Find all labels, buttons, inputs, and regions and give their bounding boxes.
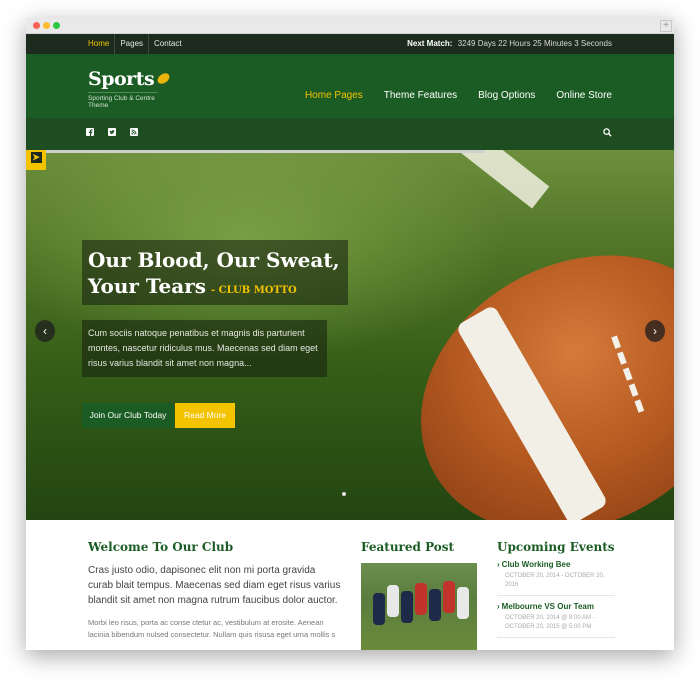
featured-title: Featured Post [361, 540, 455, 554]
new-tab-button[interactable]: + [660, 20, 672, 32]
facebook-icon[interactable] [86, 128, 94, 136]
top-nav-pages[interactable]: Pages [115, 34, 150, 54]
social-bar [26, 118, 674, 150]
close-window-button[interactable] [33, 22, 40, 29]
content-area: Welcome To Our Club Cras justo odio, dap… [26, 520, 674, 650]
slider-prev-button[interactable]: ‹ [35, 320, 55, 342]
browser-chrome: + [26, 18, 674, 34]
twitter-icon[interactable] [108, 128, 116, 136]
chevron-right-icon: › [497, 560, 500, 569]
nav-theme-features[interactable]: Theme Features [384, 54, 457, 118]
nav-online-store[interactable]: Online Store [556, 54, 612, 118]
event-item[interactable]: › Melbourne VS Our Team OCTOBER 20, 2014 … [497, 596, 615, 638]
event-title: Melbourne VS Our Team [501, 602, 594, 611]
logo-title: Sports [88, 68, 155, 90]
welcome-section: Welcome To Our Club Cras justo odio, dap… [88, 540, 343, 641]
next-match-countdown: Next Match: 3249 Days 22 Hours 25 Minute… [407, 34, 612, 54]
top-bar: Home Pages Contact Next Match: 3249 Days… [26, 34, 674, 54]
nav-home-pages[interactable]: Home Pages [305, 54, 363, 118]
site-logo[interactable]: Sports Sporting Club & Centre Theme [88, 68, 172, 109]
event-date: OCTOBER 20, 2014 - OCTOBER 20, 2016 [505, 573, 605, 588]
football-icon [155, 71, 172, 86]
event-item[interactable]: › Club Working Bee OCTOBER 20, 2014 - OCT… [497, 554, 615, 596]
side-panel-toggle[interactable]: ➤ [26, 150, 46, 170]
welcome-lead: Cras justo odio, dapisonec elit non mi p… [88, 565, 341, 606]
nav-blog-options[interactable]: Blog Options [478, 54, 535, 118]
club-motto: - CLUB MOTTO [211, 285, 297, 296]
hero-headline: Our Blood, Our Sweat, Your Tears - CLUB … [82, 240, 348, 305]
search-icon[interactable] [603, 128, 612, 137]
logo-tagline: Sporting Club & Centre Theme [88, 92, 158, 109]
upcoming-events-section: Upcoming Events › Club Working Bee OCTOBE… [497, 540, 615, 638]
player-figure [401, 591, 413, 623]
player-figure [429, 589, 441, 621]
chevron-right-icon: › [497, 602, 500, 611]
hero-intro-text: Cum sociis natoque penatibus et magnis d… [82, 320, 327, 377]
top-nav-contact[interactable]: Contact [149, 34, 187, 54]
welcome-title: Welcome To Our Club [88, 540, 234, 554]
top-nav: Home Pages Contact [83, 34, 187, 54]
browser-window: + Home Pages Contact Next Match: 3249 Da… [26, 18, 674, 650]
next-match-label: Next Match: [407, 39, 453, 48]
featured-post-section: Featured Post [361, 540, 477, 650]
social-links [86, 128, 138, 136]
chevron-left-icon: ‹ [43, 324, 47, 338]
main-nav: Home Pages Theme Features Blog Options O… [284, 54, 612, 118]
welcome-body: Morbi leo risus, porta ac conse ctetur a… [88, 618, 336, 639]
slider-progress-bar [26, 150, 485, 153]
minimize-window-button[interactable] [43, 22, 50, 29]
player-figure [387, 585, 399, 617]
rss-icon[interactable] [130, 128, 138, 136]
top-nav-home[interactable]: Home [83, 34, 116, 54]
headline-line-1: Our Blood, Our Sweat, [88, 248, 340, 272]
slider-next-button[interactable]: › [645, 320, 665, 342]
event-title: Club Working Bee [501, 560, 571, 569]
hero-slider: ➤ Our Blood, Our Sweat, Your Tears - CLU… [26, 150, 674, 520]
player-figure [443, 581, 455, 613]
headline-line-2: Your Tears [88, 274, 206, 298]
event-date: OCTOBER 20, 2014 @ 8:00 AM - OCTOBER 20,… [505, 615, 595, 630]
read-more-button[interactable]: Read More [175, 403, 235, 428]
maximize-window-button[interactable] [53, 22, 60, 29]
upcoming-title: Upcoming Events [497, 540, 615, 554]
chevron-right-icon: › [653, 324, 657, 338]
slider-pager-dot[interactable] [342, 492, 346, 496]
arrow-right-icon: ➤ [30, 151, 42, 163]
player-figure [373, 593, 385, 625]
player-figure [415, 583, 427, 615]
field-yard-line [406, 150, 550, 209]
countdown-value: 3249 Days 22 Hours 25 Minutes 3 Seconds [457, 39, 612, 48]
site-header: Sports Sporting Club & Centre Theme Home… [26, 54, 674, 118]
join-club-button[interactable]: Join Our Club Today [82, 403, 174, 428]
player-figure [457, 587, 469, 619]
featured-post-image[interactable] [361, 563, 477, 650]
